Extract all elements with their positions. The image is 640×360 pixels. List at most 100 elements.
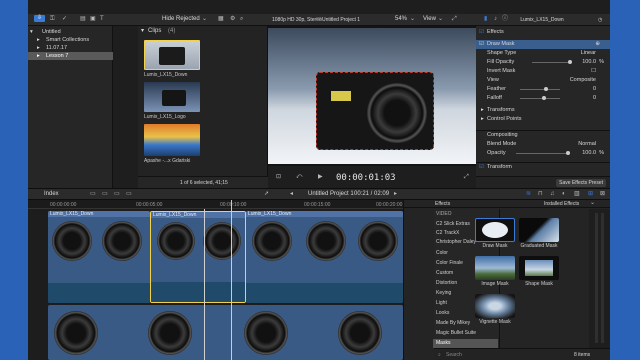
solo-icon[interactable]: ◐	[562, 191, 566, 198]
camera-image	[162, 90, 186, 106]
falloff-slider[interactable]	[520, 96, 560, 100]
info-inspector-icon[interactable]: ⓘ	[502, 16, 508, 23]
append-clip-icon[interactable]: ▭	[114, 191, 120, 198]
disclosure-icon[interactable]: ▸	[481, 106, 484, 115]
keyword-icon[interactable]: ⚿	[50, 16, 55, 23]
falloff-value[interactable]: 0	[593, 94, 596, 103]
slider-knob[interactable]	[542, 96, 546, 100]
draw-mask-row[interactable]: ☑ Draw Mask ⊕	[476, 40, 610, 49]
timeline-ruler[interactable]: 00:00:00:00 00:00:05:00 00:00:10:00 00:0…	[28, 200, 403, 209]
save-effects-preset-button[interactable]: Save Effects Preset	[556, 179, 606, 187]
timeline-clip-lower[interactable]	[48, 305, 403, 360]
transitions-browser-icon[interactable]: ⊠	[600, 191, 605, 198]
effect-thumbnail[interactable]	[519, 256, 559, 280]
libraries-toggle-icon[interactable]: ▤	[80, 16, 86, 23]
timeline-clip[interactable]: Lumix_LX15_Down	[48, 211, 150, 303]
libraries-sidebar: ▾ Untitled ▸ Smart Collections ▸ 11.07.17 ▸…	[28, 26, 113, 188]
index-button[interactable]: Index	[44, 191, 59, 198]
fill-opacity-slider[interactable]	[532, 60, 572, 64]
transforms-section[interactable]: ▸ Transforms	[476, 106, 610, 115]
filter-dropdown[interactable]: Hide Rejected	[162, 16, 200, 23]
headphones-icon[interactable]: ♫	[550, 191, 555, 198]
effects-search-input[interactable]: Search	[446, 352, 462, 358]
disclosure-icon[interactable]: ▸	[481, 115, 484, 124]
effects-category-selected[interactable]: Masks	[433, 339, 498, 348]
meter-left	[595, 213, 598, 343]
snapping-icon[interactable]: ⊓	[538, 191, 543, 198]
slider-knob[interactable]	[568, 60, 572, 64]
insert-clip-icon[interactable]: ▭	[102, 191, 108, 198]
feather-value[interactable]: 0	[593, 85, 596, 94]
control-points-section[interactable]: ▸ Control Points	[476, 115, 610, 124]
timeline[interactable]: Lumix_LX15_Down Lumix_LX15_Down Lumix_LX…	[28, 200, 403, 360]
filmstrip-icon[interactable]: ▦	[218, 16, 224, 23]
checkbox-icon[interactable]: ☐	[591, 67, 596, 76]
forward-icon[interactable]: ▸	[394, 191, 397, 198]
inspector-footer: Save Effects Preset	[476, 176, 610, 188]
disclosure-icon[interactable]: ▸	[37, 52, 40, 60]
opacity-value[interactable]: 100.0	[582, 149, 596, 158]
analyze-icon[interactable]: ✓	[62, 16, 67, 23]
mask-add-icon[interactable]: ⊕	[595, 40, 600, 49]
viewer-controls: ⊡ ⤺ ▶ 00:00:01:03 ⤢	[268, 166, 476, 188]
feather-slider[interactable]	[520, 87, 560, 91]
clip-appearance-icon[interactable]: ▥	[574, 191, 580, 198]
fill-opacity-value[interactable]: 100.0	[582, 58, 596, 67]
slider-knob[interactable]	[566, 151, 570, 155]
slider-knob[interactable]	[544, 87, 548, 91]
effects-count: 8 items	[574, 352, 591, 358]
disclosure-icon[interactable]: ▸	[37, 36, 40, 44]
back-icon[interactable]: ◂	[290, 191, 293, 198]
event-lesson-7[interactable]: ▸ Lesson 7	[28, 52, 113, 60]
blend-mode-value[interactable]: Normal	[578, 140, 596, 149]
connect-clip-icon[interactable]: ▭	[90, 191, 96, 198]
camera-image	[358, 221, 398, 261]
play-icon[interactable]: ▶	[318, 174, 323, 181]
transform-icon[interactable]: ⊡	[276, 174, 281, 181]
opacity-slider[interactable]	[516, 151, 570, 155]
clip-thumbnail[interactable]	[144, 82, 200, 112]
disclosure-icon[interactable]: ▸	[37, 44, 40, 52]
settings-icon[interactable]: ⚙	[230, 16, 235, 23]
timeline-clip[interactable]: Lumix_LX15_Down	[246, 211, 403, 303]
smart-collections[interactable]: ▸ Smart Collections	[28, 36, 113, 44]
view-row: View Composite	[487, 76, 596, 85]
zoom-level[interactable]: 54%	[395, 16, 407, 23]
disclosure-icon[interactable]: ▾	[141, 28, 144, 35]
titles-icon[interactable]: T	[100, 16, 104, 23]
overwrite-clip-icon[interactable]: ▭	[126, 191, 132, 198]
timecode-display[interactable]: 00:00:01:03	[336, 173, 396, 183]
import-icon[interactable]: ⇩	[34, 15, 46, 22]
effect-thumbnail[interactable]	[519, 218, 559, 242]
search-icon[interactable]: ⌕	[438, 352, 441, 358]
view-menu[interactable]: View	[423, 16, 436, 23]
library-untitled[interactable]: ▾ Untitled	[28, 28, 113, 36]
photos-icon[interactable]: ▣	[90, 16, 96, 23]
inspector-clip-name: Lumix_LX15_Down	[520, 17, 564, 23]
effects-browser-icon[interactable]: ⊞	[588, 191, 593, 198]
search-icon[interactable]: ⌕	[240, 16, 243, 23]
clip-thumbnail[interactable]	[144, 124, 200, 156]
effect-thumbnail[interactable]	[475, 218, 515, 242]
shape-type-value[interactable]: Linear	[581, 49, 596, 58]
disclosure-icon[interactable]: ▾	[30, 28, 33, 36]
feather-row: Feather 0	[487, 85, 596, 94]
effects-category[interactable]: Magic Bullet Suite	[433, 329, 498, 338]
view-value[interactable]: Composite	[570, 76, 596, 85]
audio-inspector-icon[interactable]: ♪	[494, 16, 497, 23]
playhead[interactable]	[231, 200, 232, 360]
effect-thumbnail[interactable]	[475, 294, 515, 318]
event-11-07-17[interactable]: ▸ 11.07.17	[28, 44, 113, 52]
video-inspector-icon[interactable]: ▮	[484, 16, 487, 23]
fullscreen-icon[interactable]: ⤢	[452, 16, 457, 23]
effect-thumbnail[interactable]	[475, 256, 515, 280]
checkbox-icon[interactable]: ☑	[479, 28, 484, 37]
chevron-down-icon[interactable]: ⌄	[590, 200, 595, 207]
checkbox-icon[interactable]: ☑	[479, 40, 484, 49]
clip-thumbnail[interactable]	[144, 40, 200, 70]
waveform-icon[interactable]: ≋	[526, 191, 531, 198]
crop-icon[interactable]: ⤺	[296, 174, 302, 181]
select-tool-icon[interactable]: ➚	[264, 191, 269, 198]
checkbox-icon[interactable]: ☑	[479, 163, 484, 172]
fullscreen-icon[interactable]: ⤢	[464, 174, 469, 181]
